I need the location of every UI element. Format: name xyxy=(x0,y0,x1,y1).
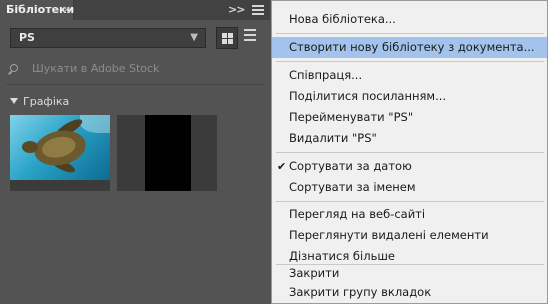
menu-item-label: Сортувати за датою xyxy=(289,159,412,173)
list-view-line xyxy=(244,29,256,31)
menu-item-label: Закрити xyxy=(289,266,340,280)
turtle-image xyxy=(10,115,110,180)
grid-view-icon xyxy=(222,39,227,44)
menu-item-close[interactable]: Закрити xyxy=(272,263,547,284)
menu-item-sort-by-name[interactable]: Сортувати за іменем xyxy=(272,177,547,198)
section-header[interactable]: Графіка xyxy=(10,95,69,109)
checkmark-icon: ✔ xyxy=(277,160,287,173)
menu-item-label: Перегляд на веб-сайті xyxy=(289,207,426,221)
menu-item-label: Дізнатися більше xyxy=(289,249,395,263)
disclosure-triangle-icon xyxy=(10,98,18,104)
panel-tab-bar: Бібліотеки × >> xyxy=(0,0,270,20)
search-icon xyxy=(10,64,18,72)
list-view-line xyxy=(244,39,256,41)
menu-item-label: Переглянути видалені елементи xyxy=(289,228,489,242)
divider xyxy=(6,84,264,85)
menu-item-close-tab-group[interactable]: Закрити групу вкладок xyxy=(272,282,547,303)
menu-item-view-on-website[interactable]: Перегляд на веб-сайті xyxy=(272,204,547,225)
grid-view-icon xyxy=(228,33,233,38)
menu-item-collaborate[interactable]: Співпраця... xyxy=(272,65,547,86)
menu-item-label: Нова бібліотека... xyxy=(289,12,396,26)
grid-view-button[interactable] xyxy=(216,27,238,49)
tab-libraries[interactable]: Бібліотеки × xyxy=(0,0,74,20)
stock-search[interactable]: Шукати в Adobe Stock xyxy=(10,60,260,78)
libraries-panel: Бібліотеки × >> PS ▼ Шукати в Adobe Stoc… xyxy=(0,0,270,304)
panel-menu-icon[interactable] xyxy=(252,5,264,15)
panel-flyout-menu: Нова бібліотека... Створити нову бібліот… xyxy=(271,0,548,304)
menu-item-delete[interactable]: Видалити "PS" xyxy=(272,128,547,149)
graphic-thumbnail[interactable] xyxy=(117,115,217,191)
menu-separator xyxy=(276,201,544,202)
menu-item-new-library-from-document[interactable]: Створити нову бібліотеку з документа... xyxy=(272,37,547,58)
menu-item-label: Створити нову бібліотеку з документа... xyxy=(289,40,535,54)
menu-item-view-deleted[interactable]: Переглянути видалені елементи xyxy=(272,225,547,246)
menu-item-new-library[interactable]: Нова бібліотека... xyxy=(272,9,547,30)
menu-item-label: Закрити групу вкладок xyxy=(289,285,432,299)
grid-view-icon xyxy=(228,39,233,44)
menu-separator xyxy=(276,33,544,34)
menu-item-label: Поділитися посиланням... xyxy=(289,89,447,103)
menu-item-label: Співпраця... xyxy=(289,68,363,82)
grid-view-icon xyxy=(222,33,227,38)
menu-item-share-link[interactable]: Поділитися посиланням... xyxy=(272,86,547,107)
menu-item-label: Сортувати за іменем xyxy=(289,180,416,194)
collapse-icon[interactable]: >> xyxy=(228,0,245,20)
graphic-thumbnail[interactable] xyxy=(10,115,110,191)
black-image xyxy=(145,115,191,191)
list-view-icon[interactable] xyxy=(244,29,256,41)
close-tab-icon[interactable]: × xyxy=(62,0,71,20)
list-view-line xyxy=(244,34,256,36)
menu-separator xyxy=(276,152,544,153)
section-title: Графіка xyxy=(23,95,70,108)
menu-item-rename[interactable]: Перейменувати "PS" xyxy=(272,107,547,128)
menu-separator xyxy=(276,61,544,62)
library-select[interactable]: PS ▼ xyxy=(10,28,206,48)
chevron-down-icon: ▼ xyxy=(190,32,198,43)
menu-item-label: Видалити "PS" xyxy=(289,131,377,145)
menu-item-sort-by-date[interactable]: ✔ Сортувати за датою xyxy=(272,156,547,177)
menu-item-label: Перейменувати "PS" xyxy=(289,110,414,124)
search-input[interactable]: Шукати в Adobe Stock xyxy=(32,60,159,78)
library-select-value: PS xyxy=(19,31,35,44)
